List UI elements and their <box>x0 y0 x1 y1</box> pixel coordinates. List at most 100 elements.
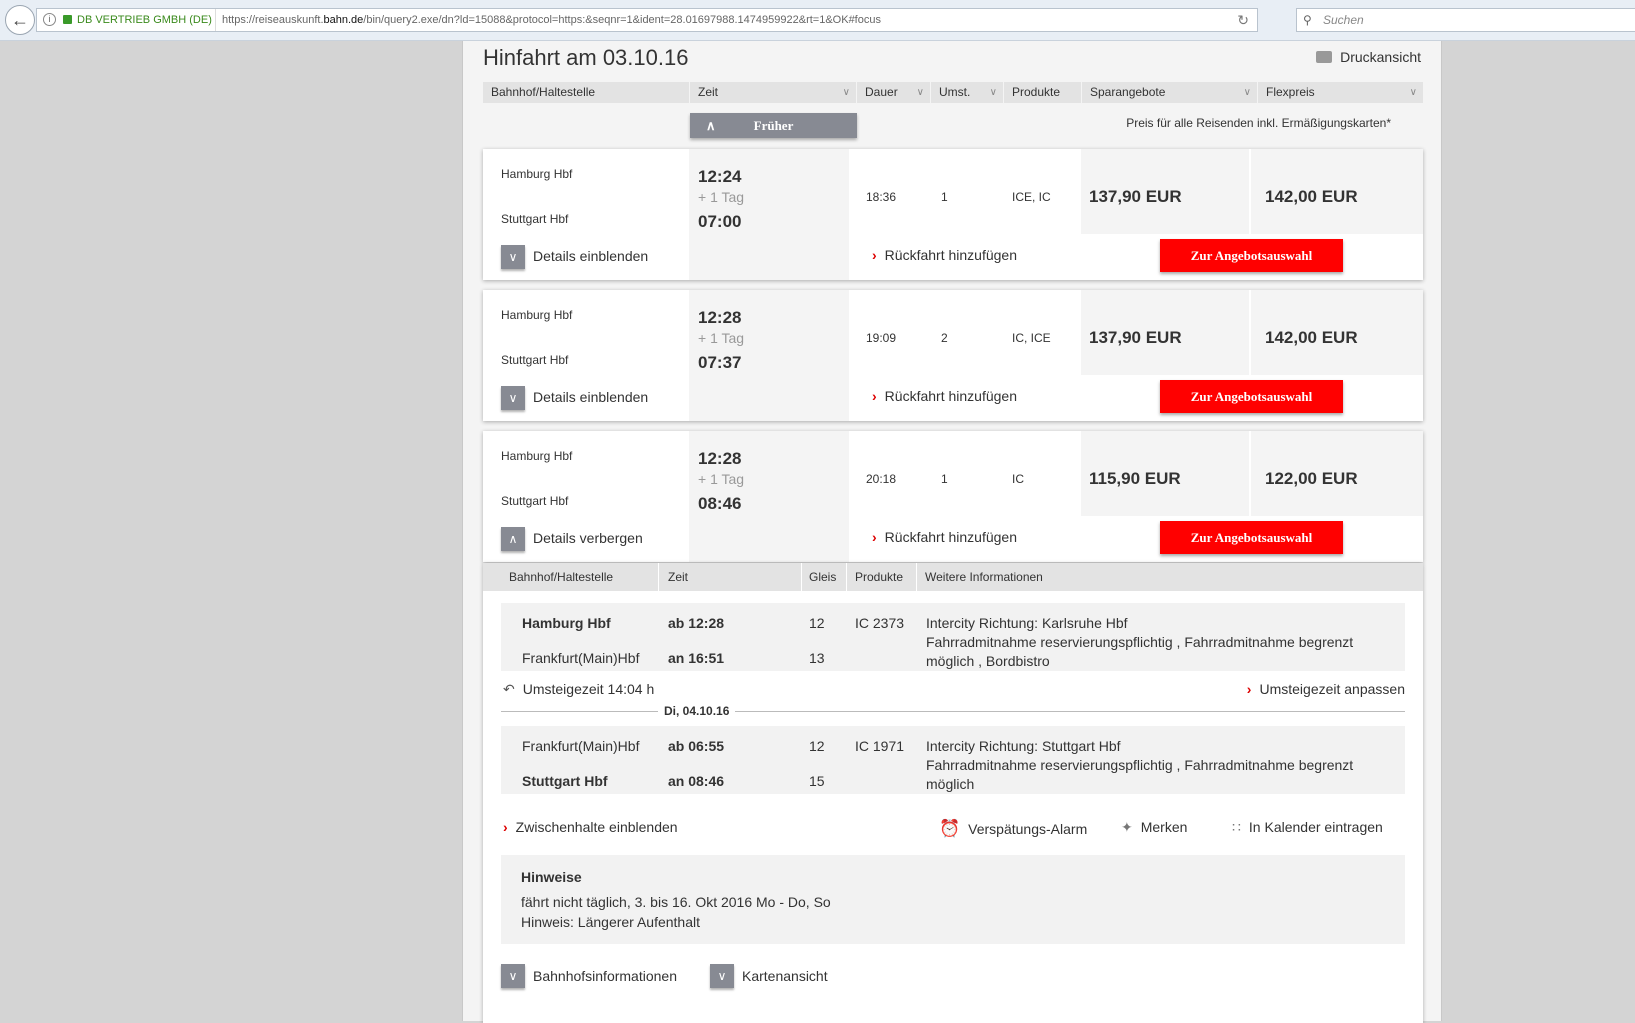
changes: 1 <box>941 190 948 204</box>
arrival-time: 08:46 <box>698 494 742 513</box>
calendar-label: In Kalender eintragen <box>1248 819 1383 835</box>
chevron-down-icon: ∨ <box>501 245 525 269</box>
saver-price[interactable]: 137,90 EUR <box>1089 328 1182 348</box>
segment-departure-track: 12 <box>809 738 825 754</box>
segment-departure-station: Frankfurt(Main)Hbf <box>522 738 640 754</box>
search-icon: ⚲ <box>1303 13 1312 27</box>
transfer-label: Umsteigezeit 14:04 h <box>522 681 655 697</box>
offer-selection-button[interactable]: Zur Angebotsauswahl <box>1160 521 1343 554</box>
column-label: Sparangebote <box>1090 85 1166 99</box>
url-text[interactable]: https://reiseauskunft.bahn.de/bin/query2… <box>215 9 881 31</box>
print-view-link[interactable]: Druckansicht <box>1316 49 1421 65</box>
site-identity: DB VERTRIEB GMBH (DE) <box>77 14 212 26</box>
segment-train[interactable]: IC 1971 <box>855 738 904 754</box>
duration: 20:18 <box>866 472 897 486</box>
details-column-label: Produkte <box>855 570 904 584</box>
journey-segment: Hamburg Hbf ab 12:28 12 Frankfurt(Main)H… <box>501 603 1405 671</box>
browser-toolbar: ← i DB VERTRIEB GMBH (DE) https://reisea… <box>0 0 1635 41</box>
segment-arrival-station: Frankfurt(Main)Hbf <box>522 650 640 666</box>
sort-time[interactable]: Zeit ∨ <box>690 82 856 103</box>
arrival-time: 07:37 <box>698 353 742 372</box>
station-info-toggle[interactable]: ∨ <box>501 964 525 988</box>
saver-price[interactable]: 137,90 EUR <box>1089 187 1182 207</box>
return-label: Rückfahrt hinzufügen <box>884 529 1017 545</box>
details-column-label: Gleis <box>809 570 837 584</box>
add-return-link[interactable]: › Rückfahrt hinzufügen <box>872 247 1017 263</box>
details-column-label: Zeit <box>668 570 689 584</box>
chevron-down-icon: ∨ <box>501 386 525 410</box>
back-button[interactable]: ← <box>5 5 35 35</box>
offer-selection-button[interactable]: Zur Angebotsauswahl <box>1160 380 1343 413</box>
flex-price[interactable]: 122,00 EUR <box>1265 469 1358 489</box>
segment-arrival-station: Stuttgart Hbf <box>522 773 608 789</box>
map-view-label[interactable]: Kartenansicht <box>742 968 828 984</box>
column-header-station: Bahnhof/Haltestelle <box>483 82 689 103</box>
duration: 19:09 <box>866 331 897 345</box>
departure-station: Hamburg Hbf <box>501 449 573 463</box>
add-return-link[interactable]: › Rückfahrt hinzufügen <box>872 529 1017 545</box>
url-domain: bahn.de <box>323 14 364 26</box>
transfer-time: ↶ Umsteigezeit 14:04 h <box>503 681 654 698</box>
sort-duration[interactable]: Dauer ∨ <box>857 82 930 103</box>
offer-selection-button[interactable]: Zur Angebotsauswahl <box>1160 239 1343 272</box>
segment-arrival-time: an 08:46 <box>668 773 725 789</box>
chevron-down-icon: ∨ <box>1243 87 1251 98</box>
day-offset: + 1 Tag <box>698 330 745 346</box>
column-divider <box>658 563 659 591</box>
map-view-toggle[interactable]: ∨ <box>710 964 734 988</box>
segment-train[interactable]: IC 2373 <box>855 615 904 631</box>
chevron-right-icon: › <box>872 529 877 545</box>
chevron-up-icon: ∧ <box>501 527 525 551</box>
day-offset: + 1 Tag <box>698 189 745 205</box>
connection-card: Hamburg Hbf Stuttgart Hbf 12:24 + 1 Tag … <box>483 149 1423 280</box>
save-link[interactable]: ✦ Merken <box>1121 819 1187 836</box>
delay-alarm-link[interactable]: ⏰ Verspätungs-Alarm <box>939 819 1087 839</box>
lock-icon <box>63 15 72 24</box>
earlier-button[interactable]: ∧ Früher <box>690 113 857 138</box>
departure-time: 12:28 <box>698 308 742 327</box>
chevron-down-icon: ∨ <box>989 87 997 98</box>
sort-changes[interactable]: Umst. ∨ <box>931 82 1003 103</box>
add-return-link[interactable]: › Rückfahrt hinzufügen <box>872 388 1017 404</box>
arrival-time: 07:00 <box>698 212 742 231</box>
journey-segment: Frankfurt(Main)Hbf ab 06:55 12 Stuttgart… <box>501 726 1405 794</box>
alarm-clock-icon: ⏰ <box>939 819 961 838</box>
segment-departure-station: Hamburg Hbf <box>522 615 611 631</box>
alarm-label: Verspätungs-Alarm <box>968 821 1088 837</box>
arrival-station: Stuttgart Hbf <box>501 494 569 508</box>
pin-icon: ✦ <box>1121 819 1133 835</box>
details-column-label: Bahnhof/Haltestelle <box>509 570 614 584</box>
day-offset: + 1 Tag <box>698 471 745 487</box>
chevron-up-icon: ∧ <box>706 118 716 133</box>
details-toggle-label: Details einblenden <box>533 389 649 405</box>
segment-arrival-track: 13 <box>809 650 825 666</box>
duration: 18:36 <box>866 190 897 204</box>
departure-time: 12:24 <box>698 167 742 186</box>
segment-info: möglich <box>926 776 975 792</box>
hint-text: fährt nicht täglich, 3. bis 16. Okt 2016… <box>521 894 831 910</box>
column-label: Dauer <box>865 85 898 99</box>
search-input[interactable]: ⚲ Suchen <box>1296 8 1635 32</box>
column-divider <box>801 563 802 591</box>
add-to-calendar-link[interactable]: ∷ In Kalender eintragen <box>1232 819 1383 836</box>
station-info-label[interactable]: Bahnhofsinformationen <box>533 968 677 984</box>
sort-saver[interactable]: Sparangebote ∨ <box>1082 82 1257 103</box>
products: IC <box>1012 472 1024 486</box>
address-bar[interactable]: i DB VERTRIEB GMBH (DE) https://reiseaus… <box>36 8 1258 32</box>
info-icon[interactable]: i <box>43 13 56 26</box>
reload-icon[interactable]: ↻ <box>1237 9 1249 31</box>
print-label: Druckansicht <box>1340 49 1421 65</box>
adjust-transfer-link[interactable]: › Umsteigezeit anpassen <box>1247 681 1405 697</box>
departure-station: Hamburg Hbf <box>501 167 573 181</box>
saver-price[interactable]: 115,90 EUR <box>1089 469 1181 489</box>
changes: 2 <box>941 331 948 345</box>
url-path: /bin/query2.exe/dn?ld=15088&protocol=htt… <box>363 14 881 26</box>
column-label: Zeit <box>698 85 719 99</box>
segment-arrival-track: 15 <box>809 773 825 789</box>
show-intermediate-stops-link[interactable]: › Zwischenhalte einblenden <box>503 819 678 835</box>
flex-price[interactable]: 142,00 EUR <box>1265 187 1358 207</box>
hints-box: Hinweise fährt nicht täglich, 3. bis 16.… <box>501 855 1405 944</box>
flex-price[interactable]: 142,00 EUR <box>1265 328 1358 348</box>
intermediate-label: Zwischenhalte einblenden <box>515 819 678 835</box>
sort-flex[interactable]: Flexpreis ∨ <box>1258 82 1423 103</box>
